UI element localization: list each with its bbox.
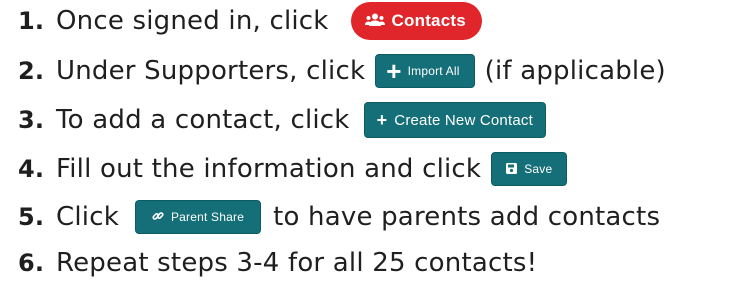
step-number: 6.: [18, 249, 45, 277]
import-all-button-label: Import All: [407, 64, 460, 78]
parent-share-button-label: Parent Share: [170, 210, 245, 224]
plus-icon: +: [376, 110, 388, 130]
step-number: 3.: [18, 106, 45, 134]
step-number: 2.: [18, 57, 45, 85]
save-button[interactable]: Save: [491, 152, 568, 186]
step-text: Fill out the information and click: [56, 154, 482, 184]
step-text: Under Supporters, click: [56, 56, 366, 86]
step-3: 3. To add a contact, click + Create New …: [18, 100, 556, 140]
step-number: 5.: [18, 203, 45, 231]
step-text: Repeat steps 3-4 for all 25 contacts!: [56, 248, 538, 278]
step-text: Once signed in, click: [56, 6, 329, 36]
link-icon: [152, 210, 164, 224]
step-6: 6. Repeat steps 3-4 for all 25 contacts!: [18, 243, 537, 283]
create-new-contact-button[interactable]: + Create New Contact: [363, 102, 546, 138]
step-2: 2. Under Supporters, click + Import All …: [18, 51, 666, 91]
step-text: Click: [56, 202, 119, 232]
import-all-button[interactable]: + Import All: [375, 54, 475, 88]
step-text: To add a contact, click: [56, 105, 350, 135]
step-number: 4.: [18, 155, 45, 183]
plus-icon: +: [386, 56, 402, 86]
save-button-label: Save: [524, 162, 553, 176]
parent-share-button[interactable]: Parent Share: [134, 200, 262, 234]
step-text-after: to have parents add contacts: [273, 202, 661, 232]
step-text-after: (if applicable): [484, 56, 666, 86]
save-icon: [506, 162, 518, 176]
step-1: 1. Once signed in, click Contacts: [18, 1, 492, 41]
create-new-contact-button-label: Create New Contact: [394, 111, 533, 129]
step-4: 4. Fill out the information and click Sa…: [18, 149, 577, 189]
contacts-button[interactable]: Contacts: [350, 2, 482, 40]
step-number: 1.: [18, 7, 45, 35]
people-icon: [364, 13, 385, 30]
contacts-button-label: Contacts: [391, 11, 466, 30]
step-5: 5. Click Parent Share to have parents ad…: [18, 197, 660, 237]
